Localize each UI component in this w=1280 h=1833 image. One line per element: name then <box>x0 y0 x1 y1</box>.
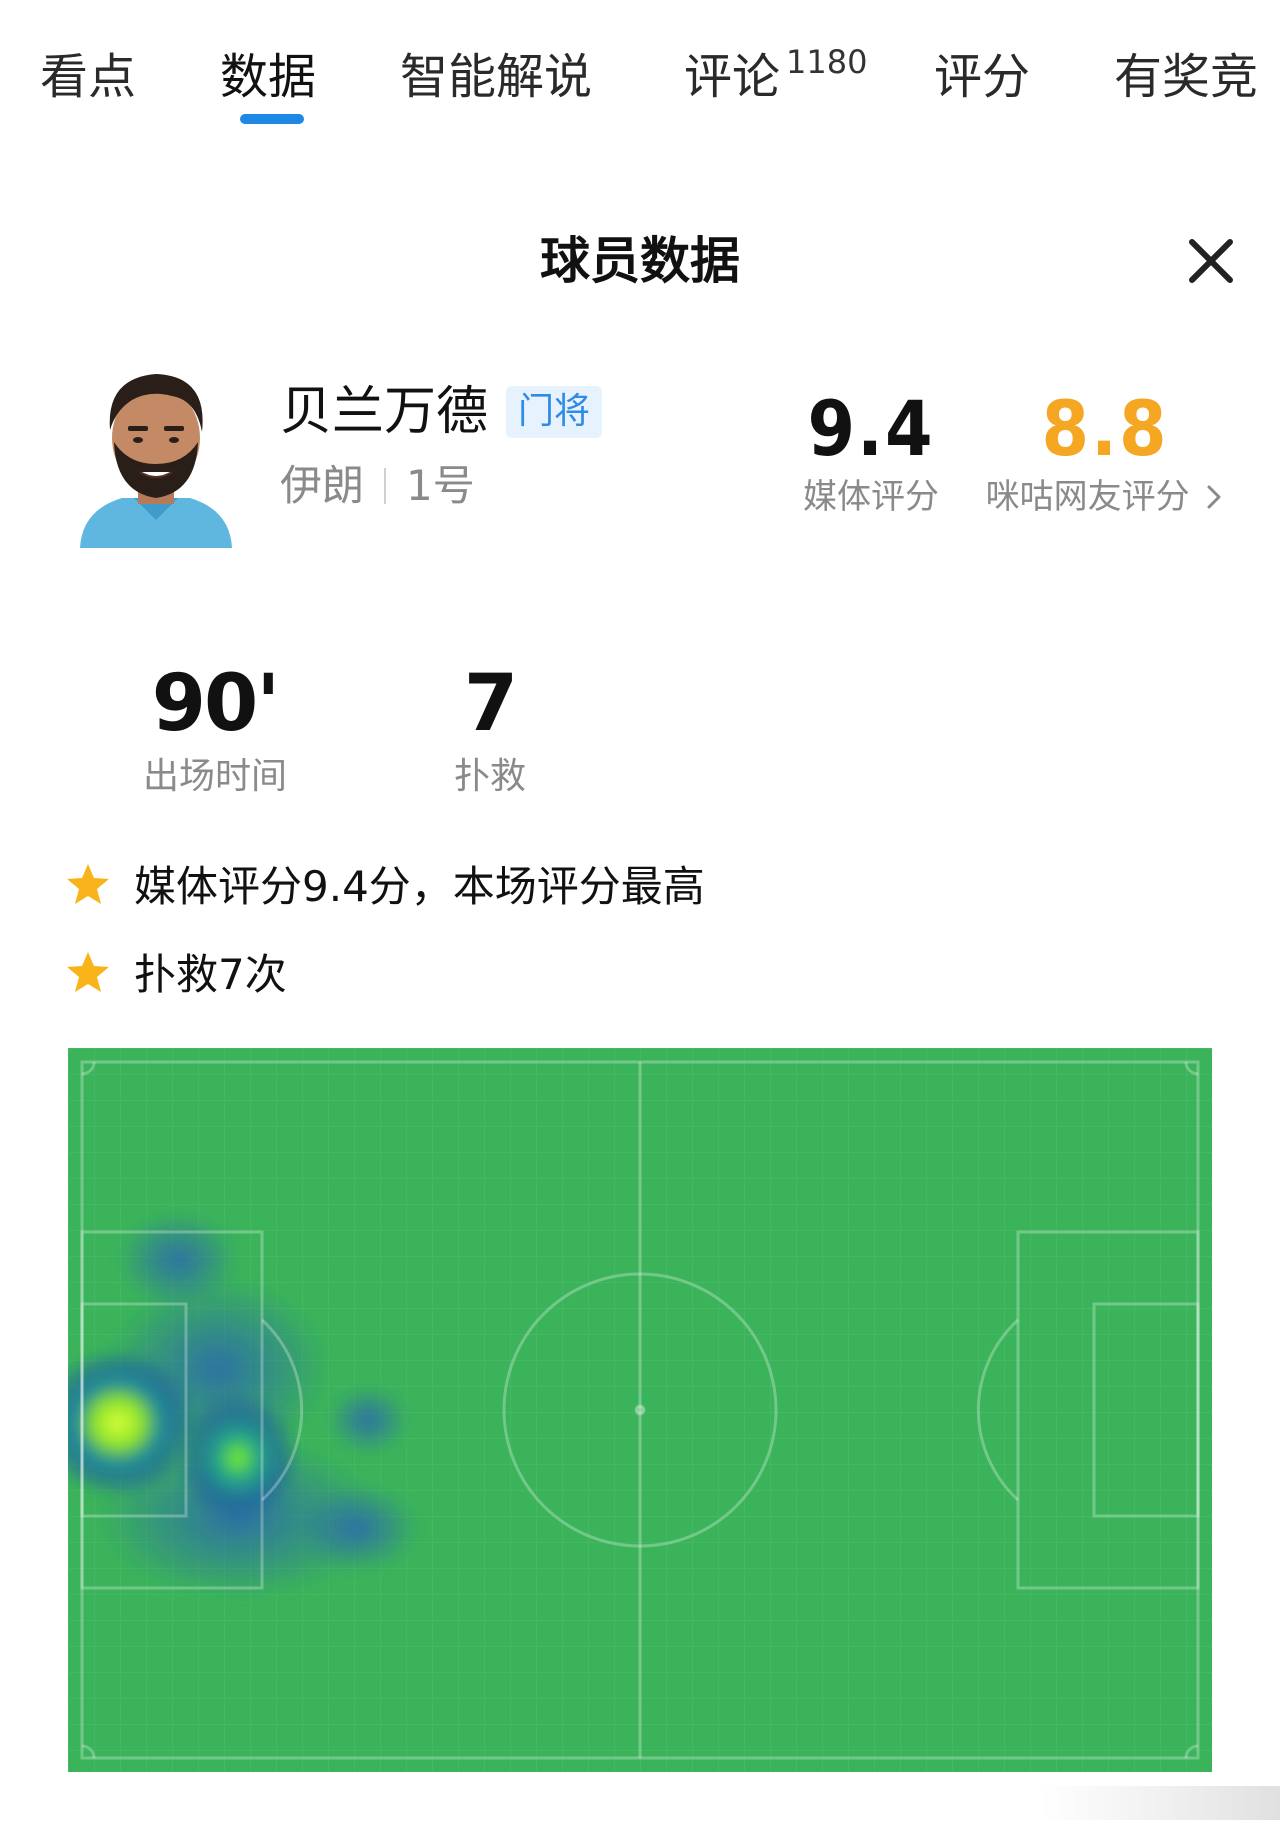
tab-prize-quiz[interactable]: 有奖竞 <box>1114 42 1258 112</box>
player-name: 贝兰万德 <box>280 382 489 442</box>
stat-saves-value: 7 <box>463 659 518 749</box>
stat-saves: 7 扑救 <box>430 656 550 802</box>
bottom-fade <box>1040 1786 1280 1820</box>
fan-rating-value: 8.8 <box>1041 384 1169 473</box>
tab-highlights[interactable]: 看点 <box>40 42 136 112</box>
highlight-item: 扑救7次 <box>64 944 287 1006</box>
highlight-text: 媒体评分9.4分，本场评分最高 <box>134 862 705 911</box>
tab-ai-commentary[interactable]: 智能解说 <box>400 42 592 112</box>
heatmap-pitch <box>68 1048 1212 1772</box>
highlight-item: 媒体评分9.4分，本场评分最高 <box>64 856 705 918</box>
tab-comments[interactable]: 评论 1180 <box>684 42 867 112</box>
meta-divider <box>384 468 387 504</box>
fan-rating-label: 咪咕网友评分 <box>980 474 1230 520</box>
comment-count-badge: 1180 <box>786 43 868 81</box>
tab-data[interactable]: 数据 <box>220 42 316 112</box>
active-tab-indicator <box>240 114 304 124</box>
star-icon <box>67 952 109 992</box>
stat-minutes-label: 出场时间 <box>142 756 287 797</box>
position-badge: 门将 <box>506 386 602 438</box>
stat-minutes-value: 90' <box>151 659 280 749</box>
close-button[interactable] <box>1182 232 1240 290</box>
fan-rating-label-text: 咪咕网友评分 <box>985 477 1190 517</box>
close-icon <box>1189 239 1233 283</box>
player-number: 1号 <box>406 461 475 510</box>
player-meta: 伊朗 1号 <box>280 454 475 518</box>
media-rating-label: 媒体评分 <box>803 477 939 517</box>
highlight-text: 扑救7次 <box>134 950 287 999</box>
top-tab-bar: 看点 数据 智能解说 评论 1180 评分 有奖竞 <box>0 0 1280 135</box>
tab-ratings[interactable]: 评分 <box>934 42 1030 112</box>
stat-saves-label: 扑救 <box>453 756 526 797</box>
chevron-right-icon <box>1207 485 1221 509</box>
tab-comments-label: 评论 <box>684 49 781 105</box>
fan-rating[interactable]: 8.8 咪咕网友评分 <box>980 384 1230 520</box>
player-nation: 伊朗 <box>280 461 365 510</box>
media-rating-value: 9.4 <box>807 384 935 473</box>
stat-minutes-played: 90' 出场时间 <box>130 656 300 802</box>
media-rating: 9.4 媒体评分 <box>796 384 946 520</box>
panel-title: 球员数据 <box>540 232 740 290</box>
star-icon <box>67 864 109 904</box>
player-avatar <box>72 360 240 548</box>
heatmap-svg <box>68 1048 1212 1772</box>
